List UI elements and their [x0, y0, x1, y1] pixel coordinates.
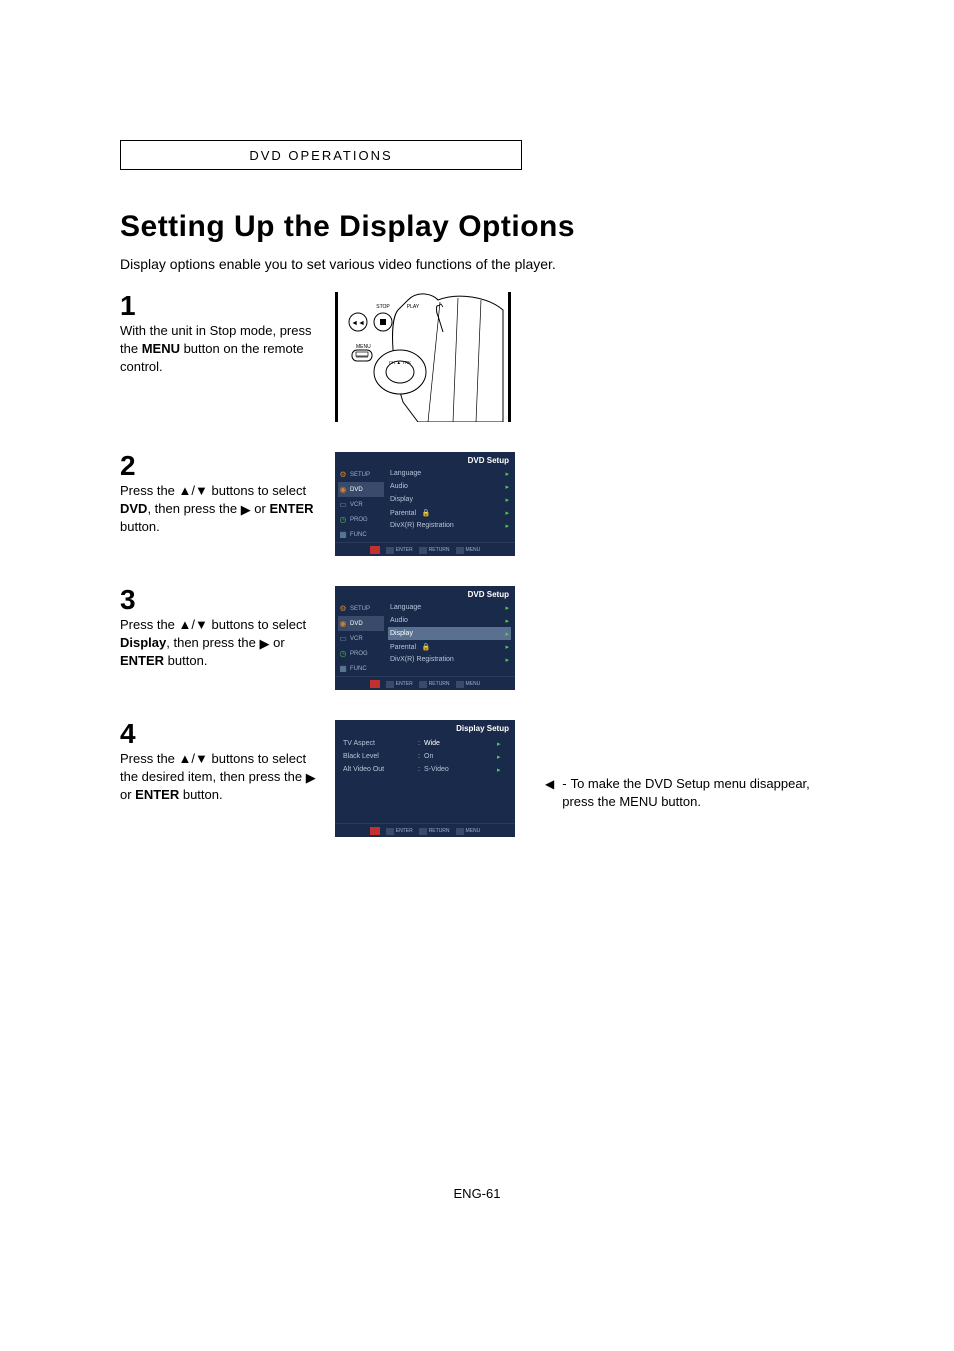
- step-3-num: 3: [120, 586, 320, 614]
- section-tab: DVD OPERATIONS: [120, 140, 522, 170]
- step-2-body: Press the ▲/▼ buttons to select DVD, the…: [120, 482, 320, 537]
- arrow-right-icon: ▸: [505, 470, 509, 478]
- right-triangle-icon: ▶: [241, 501, 251, 519]
- arrow-right-icon: ▸: [497, 766, 507, 774]
- section-tab-label: DVD OPERATIONS: [249, 148, 392, 163]
- right-triangle-icon: ▶: [306, 769, 316, 787]
- left-triangle-icon: ◀: [545, 777, 554, 791]
- page-title: Setting Up the Display Options: [120, 210, 854, 244]
- disc-icon: ◉: [338, 619, 348, 629]
- arrow-right-icon: ▸: [505, 643, 509, 651]
- display-setup-osd: Display Setup TV Aspect:Wide▸ Black Leve…: [335, 720, 515, 837]
- svg-text:◄◄: ◄◄: [351, 320, 365, 327]
- gear-icon: ⚙: [338, 604, 348, 614]
- step-1-num: 1: [120, 292, 320, 320]
- arrow-right-icon: ▸: [505, 656, 509, 664]
- red-box-icon: [370, 827, 380, 835]
- remote-illustration: ◄◄ STOP PLAY MENU CH ▲ TRK: [335, 292, 511, 422]
- func-icon: ▦: [338, 664, 348, 674]
- svg-text:CH ▲ TRK: CH ▲ TRK: [389, 360, 411, 365]
- step-2-row: 2 Press the ▲/▼ buttons to select DVD, t…: [120, 452, 854, 556]
- step-2-num: 2: [120, 452, 320, 480]
- step-3-row: 3 Press the ▲/▼ buttons to select Displa…: [120, 586, 854, 690]
- lock-icon: 🔒: [422, 644, 431, 651]
- gear-icon: ⚙: [338, 470, 348, 480]
- arrow-right-icon: ▸: [505, 483, 509, 491]
- svg-text:STOP: STOP: [376, 304, 390, 310]
- step-1-body: With the unit in Stop mode, press the ME…: [120, 322, 320, 377]
- right-triangle-icon: ▶: [259, 635, 269, 653]
- svg-text:MENU: MENU: [356, 344, 371, 350]
- side-note: ◀ -To make the DVD Setup menu disappear,…: [545, 775, 845, 811]
- svg-text:PLAY: PLAY: [407, 304, 420, 310]
- dvd-setup-osd-2: DVD Setup ⚙SETUP ◉DVD ▭VCR ◷PROG ▦FUNC L…: [335, 586, 515, 690]
- step-1-row: 1 With the unit in Stop mode, press the …: [120, 292, 854, 422]
- vcr-icon: ▭: [338, 500, 348, 510]
- dvd-setup-osd-1: DVD Setup ⚙SETUP ◉DVD ▭VCR ◷PROG ▦FUNC L…: [335, 452, 515, 556]
- clock-icon: ◷: [338, 649, 348, 659]
- step-3-body: Press the ▲/▼ buttons to select Display,…: [120, 616, 320, 671]
- arrow-right-icon: ▸: [505, 522, 509, 530]
- step-4-num: 4: [120, 720, 320, 748]
- func-icon: ▦: [338, 530, 348, 540]
- step-4-body: Press the ▲/▼ buttons to select the desi…: [120, 750, 320, 805]
- arrow-right-icon: ▸: [505, 496, 509, 504]
- disc-icon: ◉: [338, 485, 348, 495]
- red-box-icon: [370, 546, 380, 554]
- arrow-right-icon: ▸: [505, 509, 509, 517]
- arrow-right-icon: ▸: [505, 604, 509, 612]
- arrow-right-icon: ▸: [505, 617, 509, 625]
- clock-icon: ◷: [338, 515, 348, 525]
- lock-icon: 🔒: [422, 510, 431, 517]
- red-box-icon: [370, 680, 380, 688]
- arrow-right-icon: ▸: [505, 630, 509, 638]
- arrow-right-icon: ▸: [497, 740, 507, 748]
- arrow-right-icon: ▸: [497, 753, 507, 761]
- page-footer: ENG-61: [0, 1186, 954, 1201]
- vcr-icon: ▭: [338, 634, 348, 644]
- intro-text: Display options enable you to set variou…: [120, 256, 854, 272]
